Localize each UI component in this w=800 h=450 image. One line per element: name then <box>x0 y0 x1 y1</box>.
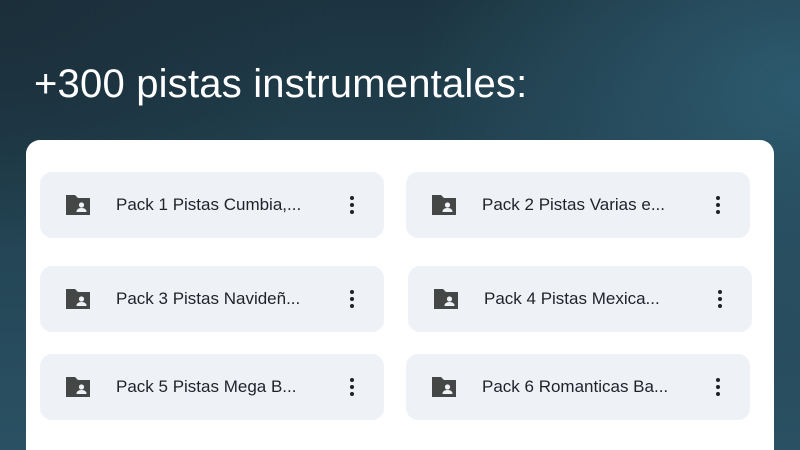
folder-card-pack-1[interactable]: Pack 1 Pistas Cumbia,... <box>40 172 384 238</box>
shared-folder-icon <box>432 377 456 397</box>
folder-card-pack-2[interactable]: Pack 2 Pistas Varias e... <box>406 172 750 238</box>
folder-card-pack-5[interactable]: Pack 5 Pistas Mega B... <box>40 354 384 420</box>
more-vert-icon[interactable] <box>708 287 732 311</box>
folder-name: Pack 2 Pistas Varias e... <box>482 195 665 214</box>
folder-name: Pack 6 Romanticas Ba... <box>482 377 669 396</box>
folder-name: Pack 1 Pistas Cumbia,... <box>116 195 302 214</box>
more-vert-icon[interactable] <box>340 375 364 399</box>
page-headline: +300 pistas instrumentales: <box>34 62 528 106</box>
shared-folder-icon <box>66 377 90 397</box>
shared-folder-icon <box>432 195 456 215</box>
folder-name: Pack 5 Pistas Mega B... <box>116 377 297 396</box>
more-vert-icon[interactable] <box>340 193 364 217</box>
folder-name: Pack 4 Pistas Mexica... <box>484 289 660 308</box>
more-vert-icon[interactable] <box>706 193 730 217</box>
folder-card-pack-3[interactable]: Pack 3 Pistas Navideñ... <box>40 266 384 332</box>
folder-grid-panel: Pack 1 Pistas Cumbia,... Pack 2 Pistas V… <box>26 140 774 450</box>
shared-folder-icon <box>434 289 458 309</box>
folder-name: Pack 3 Pistas Navideñ... <box>116 289 301 308</box>
folder-card-pack-4[interactable]: Pack 4 Pistas Mexica... <box>408 266 752 332</box>
more-vert-icon[interactable] <box>706 375 730 399</box>
shared-folder-icon <box>66 195 90 215</box>
folder-card-pack-6[interactable]: Pack 6 Romanticas Ba... <box>406 354 750 420</box>
more-vert-icon[interactable] <box>340 287 364 311</box>
shared-folder-icon <box>66 289 90 309</box>
